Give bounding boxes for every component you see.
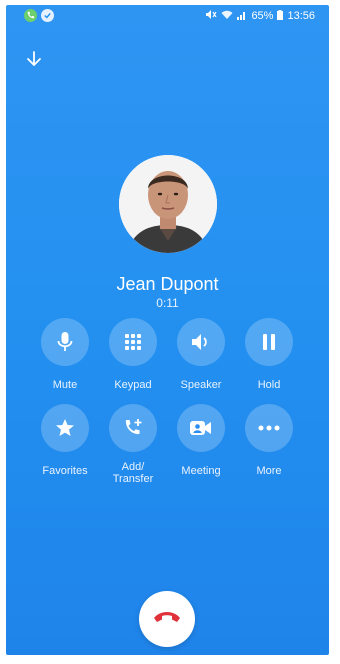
add-transfer-label-line2: Transfer [112,473,154,485]
add-transfer-label-line1: Add/ [121,461,145,473]
microphone-icon[interactable] [41,318,89,366]
speaker-label: Speaker [180,379,222,391]
add-transfer-button[interactable]: Add/ Transfer [103,404,163,485]
speaker-icon[interactable] [177,318,225,366]
video-icon[interactable] [177,404,225,452]
minimize-arrow-icon[interactable] [24,49,44,69]
star-icon[interactable] [41,404,89,452]
more-icon[interactable] [245,404,293,452]
battery-icon [277,9,284,23]
favorites-button[interactable]: Favorites [35,404,95,477]
more-button[interactable]: More [239,404,299,477]
signal-icon [237,10,247,23]
call-notification-icon [24,9,37,22]
mute-button[interactable]: Mute [35,318,95,391]
battery-percent: 65% [251,10,274,22]
caller-name: Jean Dupont [116,274,219,294]
clock: 13:56 [287,10,315,22]
favorites-label: Favorites [42,465,88,477]
caller-avatar [119,155,217,253]
keypad-label: Keypad [114,379,152,391]
add-call-icon[interactable] [109,404,157,452]
call-screen: 65% 13:56 Jean Dupont 0:11 Mute Keypad S… [6,5,329,655]
keypad-button[interactable]: Keypad [103,318,163,391]
hold-label: Hold [257,379,281,391]
mute-label: Mute [52,379,78,391]
wifi-icon [221,10,233,23]
hold-button[interactable]: Hold [239,318,299,391]
status-indicators: 65% 13:56 [205,9,315,23]
end-call-button[interactable] [139,591,195,647]
mute-status-icon [205,9,217,23]
call-duration: 0:11 [156,296,179,310]
meeting-button[interactable]: Meeting [171,404,231,477]
pause-icon[interactable] [245,318,293,366]
check-notification-icon [41,9,54,22]
add-transfer-label: Add/ Transfer [103,461,163,485]
keypad-icon[interactable] [109,318,157,366]
status-bar: 65% 13:56 [6,5,329,27]
status-notifications [24,9,54,22]
more-label: More [256,465,282,477]
speaker-button[interactable]: Speaker [171,318,231,391]
hang-up-icon[interactable] [152,609,182,630]
meeting-label: Meeting [181,465,221,477]
